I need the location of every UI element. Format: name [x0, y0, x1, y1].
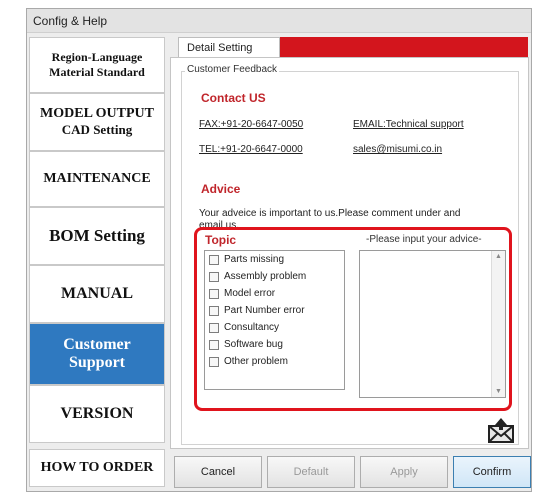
- topic-label: Assembly problem: [224, 271, 307, 282]
- customer-feedback-label: Customer Feedback: [185, 64, 280, 75]
- checkbox[interactable]: [209, 339, 219, 350]
- window-title: Config & Help: [27, 9, 531, 33]
- sidebar-item-label: HOW TO ORDER: [40, 460, 154, 475]
- scroll-down-icon[interactable]: ▼: [492, 388, 505, 395]
- advice-heading: Advice: [201, 182, 241, 196]
- scroll-up-icon[interactable]: ▲: [492, 253, 505, 260]
- cancel-button[interactable]: Cancel: [174, 456, 262, 488]
- sidebar-item-manual[interactable]: MANUAL: [29, 265, 165, 323]
- checkbox[interactable]: [209, 356, 219, 367]
- topic-label: Consultancy: [224, 322, 280, 333]
- sidebar-item-how-to-order[interactable]: HOW TO ORDER: [29, 449, 165, 487]
- sidebar-item-region-language[interactable]: Region-Language Material Standard: [29, 37, 165, 93]
- sidebar-item-version[interactable]: VERSION: [29, 385, 165, 443]
- topic-item-parts-missing[interactable]: Parts missing: [205, 251, 344, 268]
- topic-item-software-bug[interactable]: Software bug: [205, 336, 344, 353]
- tab-accent-bar: [280, 37, 528, 57]
- sidebar-item-label: Material Standard: [49, 65, 145, 79]
- fax-number: FAX:+91-20-6647-0050: [199, 119, 304, 130]
- confirm-button[interactable]: Confirm: [453, 456, 531, 488]
- advice-description-line1: Your adveice is important to us.Please c…: [199, 208, 461, 219]
- sales-email-link[interactable]: sales@misumi.co.in: [353, 144, 442, 155]
- sidebar-item-label: MANUAL: [61, 285, 133, 302]
- topic-list: Parts missing Assembly problem Model err…: [204, 250, 345, 390]
- sidebar-item-model-output[interactable]: MODEL OUTPUT CAD Setting: [29, 93, 165, 151]
- envelope-upload-icon: [488, 418, 514, 443]
- advice-input[interactable]: ▲ ▼: [359, 250, 506, 398]
- sidebar-item-label: MAINTENANCE: [43, 171, 151, 186]
- topic-label: Other problem: [224, 356, 288, 367]
- checkbox[interactable]: [209, 322, 219, 333]
- config-help-window: Config & Help Region-Language Material S…: [26, 8, 532, 492]
- topic-title: Topic: [205, 233, 237, 247]
- send-feedback-button[interactable]: [486, 416, 516, 444]
- sidebar-item-label: CAD Setting: [61, 122, 133, 137]
- sidebar-item-label: MODEL OUTPUT: [40, 106, 154, 121]
- topic-item-part-number-error[interactable]: Part Number error: [205, 302, 344, 319]
- apply-button[interactable]: Apply: [360, 456, 448, 488]
- sidebar: Region-Language Material Standard MODEL …: [29, 37, 167, 487]
- tab-detail-setting[interactable]: Detail Setting: [178, 37, 280, 57]
- checkbox[interactable]: [209, 288, 219, 299]
- email-link[interactable]: EMAIL:Technical support: [353, 119, 464, 130]
- topic-label: Model error: [224, 288, 276, 299]
- topic-label: Software bug: [224, 339, 283, 350]
- topic-label: Part Number error: [224, 305, 305, 316]
- checkbox[interactable]: [209, 254, 219, 265]
- sidebar-item-label: Region-Language: [51, 50, 143, 64]
- sidebar-item-label: VERSION: [60, 405, 134, 422]
- sidebar-item-label: Customer: [63, 336, 131, 353]
- advice-input-label: -Please input your advice-: [366, 234, 482, 245]
- sidebar-item-bom-setting[interactable]: BOM Setting: [29, 207, 165, 265]
- tel-number: TEL:+91-20-6647-0000: [199, 144, 303, 155]
- checkbox[interactable]: [209, 271, 219, 282]
- contact-heading: Contact US: [201, 91, 266, 105]
- topic-item-model-error[interactable]: Model error: [205, 285, 344, 302]
- topic-item-consultancy[interactable]: Consultancy: [205, 319, 344, 336]
- default-button[interactable]: Default: [267, 456, 355, 488]
- sidebar-item-customer-support[interactable]: Customer Support: [29, 323, 165, 385]
- advice-scrollbar[interactable]: ▲ ▼: [491, 251, 505, 397]
- sidebar-item-maintenance[interactable]: MAINTENANCE: [29, 151, 165, 207]
- topic-item-other-problem[interactable]: Other problem: [205, 353, 344, 370]
- sidebar-item-label: Support: [68, 354, 126, 371]
- topic-label: Parts missing: [224, 254, 285, 265]
- main-content: Detail Setting Customer Feedback Contact…: [170, 37, 529, 449]
- topic-item-assembly-problem[interactable]: Assembly problem: [205, 268, 344, 285]
- checkbox[interactable]: [209, 305, 219, 316]
- sidebar-item-label: BOM Setting: [49, 226, 145, 245]
